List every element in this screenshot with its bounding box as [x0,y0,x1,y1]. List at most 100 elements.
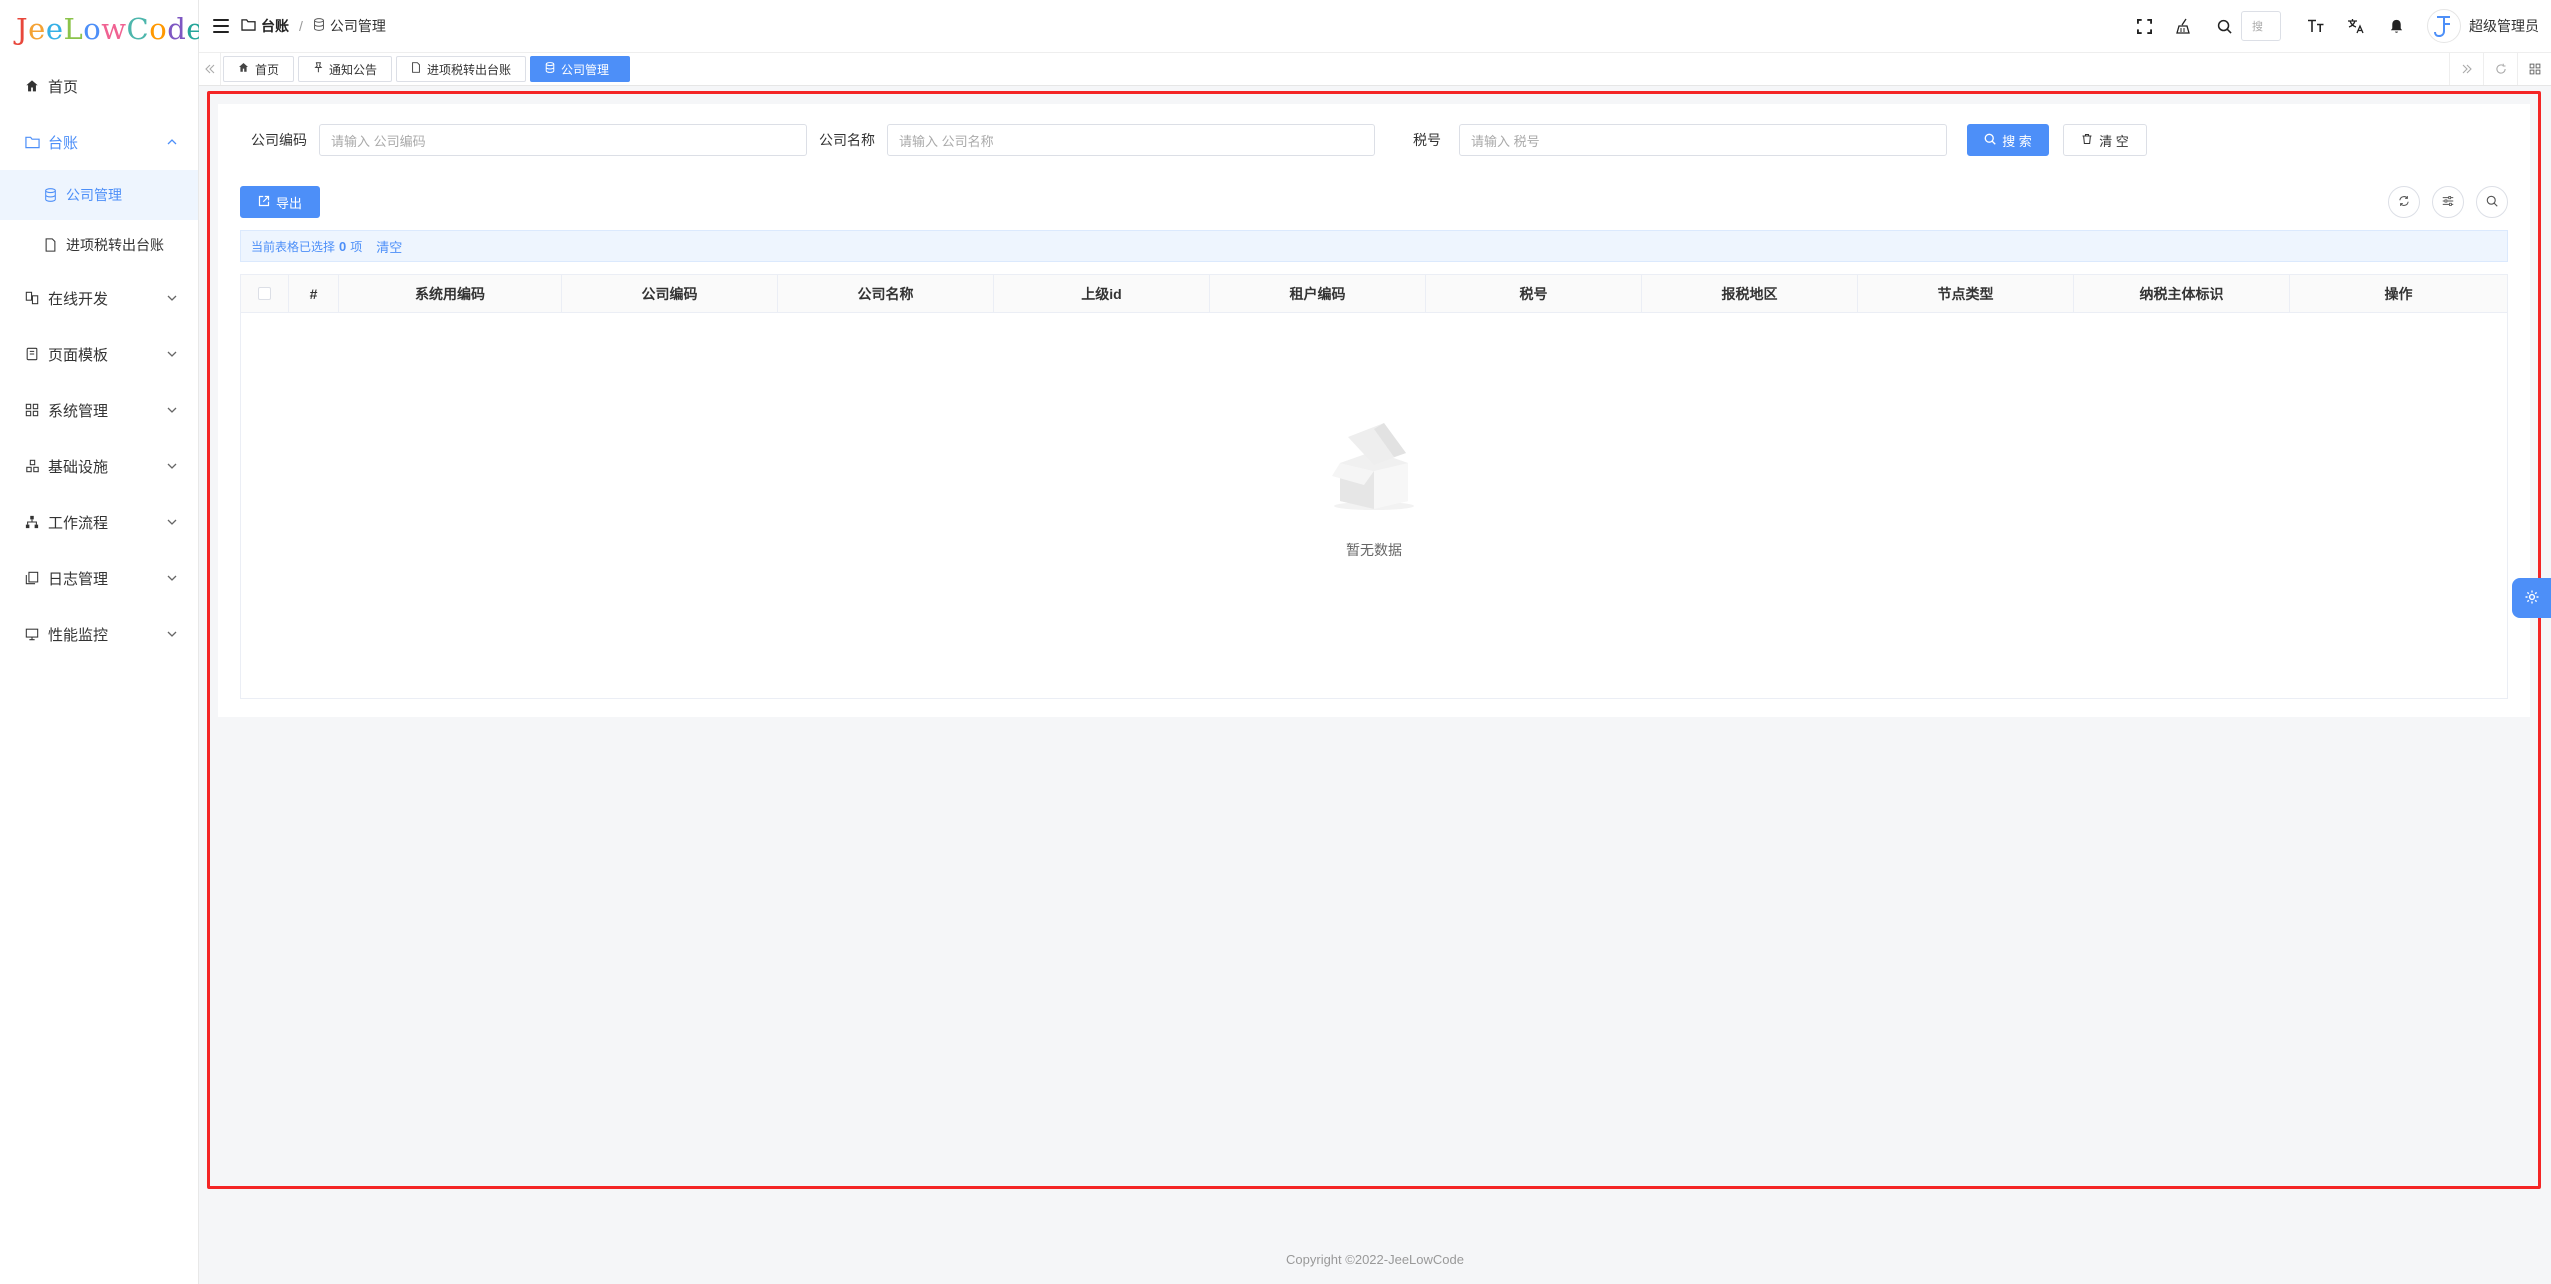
main-content: 公司编码 请输入 公司编码 公司名称 请输入 公司名称 税号 请输入 税号 搜 … [199,86,2551,1284]
column-header: 报税地区 [1642,275,1858,312]
selection-count: 0 [339,238,347,254]
tab-home[interactable]: 首页 [223,56,295,82]
breadcrumb: 台账 / 公司管理 [241,16,386,36]
sidebar-item-label: 日志管理 [48,570,109,588]
app-logo[interactable]: JeeLowCode [0,0,203,58]
fullscreen-icon[interactable] [2135,17,2153,35]
clear-cache-icon[interactable] [2175,17,2193,35]
infra-icon [24,458,40,474]
table-header: # 系统用编码 公司编码 公司名称 上级id 租户编码 税号 报税地区 节点类型… [241,275,2507,313]
toggle-search-button[interactable] [2476,186,2508,218]
home-icon [24,78,40,94]
sidebar-item-label: 首页 [48,78,79,96]
chevron-up-icon [166,136,178,148]
search-icon[interactable] [2215,17,2233,35]
sidebar-item-label: 页面模板 [48,346,109,364]
table-tools [2388,186,2508,218]
tabs-list: 首页 通知公告 进项税转出台账 公司管理 [221,56,2449,82]
column-header: 上级id [994,275,1210,312]
sidebar-item-label: 在线开发 [48,290,109,308]
sidebar-item-system[interactable]: 系统管理 [0,382,198,438]
company-name-label: 公司名称 [819,132,875,148]
table-toolbar: 导出 [240,186,2508,218]
chevron-down-icon [166,460,178,472]
document-icon [411,62,421,76]
grid-icon [24,402,40,418]
sidebar-subitem-label: 进项税转出台账 [66,237,164,253]
company-code-input[interactable]: 请输入 公司编码 [319,124,807,156]
chevron-down-icon [166,516,178,528]
sidebar-item-workflow[interactable]: 工作流程 [0,494,198,550]
clear-button[interactable]: 清 空 [2063,124,2147,156]
refresh-icon[interactable] [2483,53,2517,85]
column-header: 系统用编码 [339,275,562,312]
top-header: 台账 / 公司管理 搜 超级管理员 [199,0,2551,52]
sidebar-item-page-template[interactable]: 页面模板 [0,326,198,382]
sidebar-item-label: 台账 [48,134,79,152]
chevron-down-icon [166,348,178,360]
data-table: # 系统用编码 公司编码 公司名称 上级id 租户编码 税号 报税地区 节点类型… [240,274,2508,699]
tab-notice[interactable]: 通知公告 [298,56,393,82]
font-size-icon[interactable] [2307,17,2325,35]
company-name-input[interactable]: 请输入 公司名称 [887,124,1375,156]
clear-selection-link[interactable]: 清空 [376,237,402,256]
chevron-down-icon [166,572,178,584]
select-all-checkbox[interactable] [258,287,271,300]
content-card: 公司编码 请输入 公司编码 公司名称 请输入 公司名称 税号 请输入 税号 搜 … [218,104,2530,717]
pin-icon [313,62,323,76]
tabs-scroll-right-icon[interactable] [2449,53,2483,85]
tabs-menu-icon[interactable] [2517,53,2551,85]
trash-icon [2081,133,2093,148]
sidebar-subitem-company[interactable]: 公司管理 [0,170,198,220]
chevron-down-icon [166,628,178,640]
header-actions: 搜 超级管理员 [2135,9,2539,43]
sidebar-subitem-tax-ledger[interactable]: 进项税转出台账 [0,220,198,270]
tab-label: 首页 [255,62,280,77]
sidebar-item-label: 基础设施 [48,458,109,476]
sidebar-item-log[interactable]: 日志管理 [0,550,198,606]
tabs-bar: 首页 通知公告 进项税转出台账 公司管理 [199,52,2551,86]
tax-no-input[interactable]: 请输入 税号 [1459,124,1947,156]
column-header: 税号 [1426,275,1642,312]
tab-company[interactable]: 公司管理 [530,56,631,82]
log-icon [24,570,40,586]
tab-label: 公司管理 [561,62,610,77]
sidebar-item-ledger[interactable]: 台账 [0,114,198,170]
breadcrumb-item-ledger[interactable]: 台账 [241,16,289,36]
sidebar-item-monitor[interactable]: 性能监控 [0,606,198,662]
database-icon [313,18,325,34]
user-menu[interactable]: 超级管理员 [2427,9,2539,43]
column-header: 纳税主体标识 [2074,275,2290,312]
folder-icon [24,134,40,150]
home-icon [238,62,249,76]
sidebar-item-infra[interactable]: 基础设施 [0,438,198,494]
tabs-scroll-left-icon[interactable] [199,53,221,85]
translate-icon[interactable] [2347,17,2365,35]
selection-suffix: 项 [350,239,363,254]
company-code-label: 公司编码 [251,132,307,148]
refresh-table-button[interactable] [2388,186,2420,218]
column-header: 公司编码 [562,275,778,312]
column-settings-button[interactable] [2432,186,2464,218]
sidebar-item-home[interactable]: 首页 [0,58,198,114]
breadcrumb-label: 公司管理 [329,18,386,34]
export-button[interactable]: 导出 [240,186,320,218]
sidebar-item-online-dev[interactable]: 在线开发 [0,270,198,326]
header-search-input[interactable]: 搜 [2241,11,2281,41]
sidebar: JeeLowCode 首页 台账 公司管理 进项税转出台账 在线开发 页面模板 … [0,0,203,1284]
search-button-label: 搜 索 [2002,133,2032,149]
tax-no-label: 税号 [1413,132,1441,148]
tab-tax-ledger[interactable]: 进项税转出台账 [396,56,527,82]
database-icon [44,188,58,202]
logo-letter: o [83,12,102,46]
database-icon [545,62,555,76]
folder-icon [241,18,256,34]
bell-icon[interactable] [2387,17,2405,35]
selection-prefix: 当前表格已选择 [251,239,336,254]
column-header: 租户编码 [1210,275,1426,312]
search-icon [1984,133,1996,148]
dev-icon [24,290,40,306]
settings-float-button[interactable] [2512,578,2551,618]
menu-toggle-icon[interactable] [213,19,229,33]
search-button[interactable]: 搜 索 [1967,124,2049,156]
